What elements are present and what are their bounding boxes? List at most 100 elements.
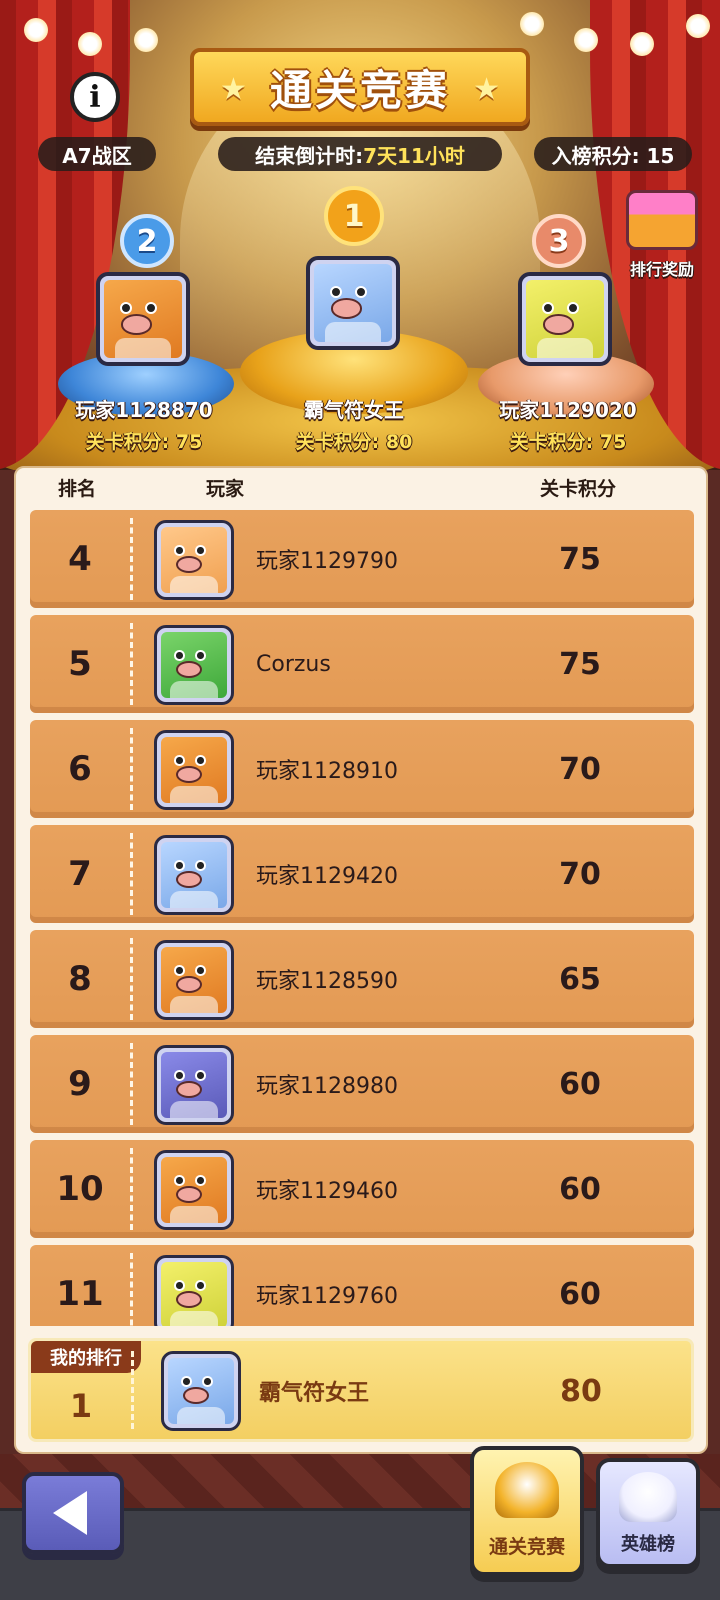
light-bulb xyxy=(630,32,654,56)
player-avatar[interactable] xyxy=(154,835,234,915)
row-divider xyxy=(130,938,133,1020)
podium-score-2: 关卡积分: 75 xyxy=(85,431,203,453)
my-rank-number: 1 xyxy=(69,1387,93,1425)
column-header-player: 玩家 xyxy=(206,478,245,500)
row-divider xyxy=(130,518,133,600)
column-header-score: 关卡积分 xyxy=(540,478,617,500)
light-bulb xyxy=(134,28,158,52)
row-rank: 11 xyxy=(56,1274,104,1314)
row-divider xyxy=(130,833,133,915)
row-rank: 6 xyxy=(68,749,92,789)
row-divider xyxy=(130,1043,133,1125)
player-avatar[interactable] xyxy=(154,1045,234,1125)
row-divider xyxy=(130,1148,133,1230)
info-button[interactable]: i xyxy=(70,72,120,122)
star-icon: ★ xyxy=(220,72,247,107)
zone-label: A7战区 xyxy=(62,143,132,168)
title-banner: ★ 通关竞赛 ★ xyxy=(164,48,556,126)
avatar-image xyxy=(161,1262,227,1326)
table-row[interactable]: 8 玩家1128590 65 xyxy=(30,930,694,1028)
medal-rank-2: 2 xyxy=(136,223,158,259)
tab-label: 英雄榜 xyxy=(621,1534,675,1555)
player-score: 60 xyxy=(559,1276,601,1312)
row-rank: 7 xyxy=(68,854,92,894)
player-name: 玩家1129460 xyxy=(256,1179,398,1204)
podium-avatar-2[interactable] xyxy=(96,272,190,366)
avatar-image xyxy=(314,264,392,342)
light-bulb xyxy=(574,28,598,52)
row-divider xyxy=(131,1351,134,1429)
tab-label: 通关竞赛 xyxy=(488,1536,565,1558)
hero-icon xyxy=(619,1472,677,1522)
player-name: 玩家1128910 xyxy=(256,759,398,784)
table-row[interactable]: 10 玩家1129460 60 xyxy=(30,1140,694,1238)
podium-score-3: 关卡积分: 75 xyxy=(509,431,627,453)
podium-name-2: 玩家1128870 xyxy=(75,398,213,422)
podium-name-3: 玩家1129020 xyxy=(499,398,637,422)
my-rank-row[interactable]: 我的排行 1 霸气符女王 80 xyxy=(28,1338,694,1442)
countdown-value: 7天11小时 xyxy=(363,143,465,168)
leaderboard-list[interactable]: 4 玩家1129790 75 5 Corzus 75 6 玩家1128910 70 7 玩家1129… xyxy=(30,510,694,1326)
player-name: Corzus xyxy=(256,651,331,677)
gold-medal-icon: 1 xyxy=(324,186,384,246)
table-row[interactable]: 6 玩家1128910 70 xyxy=(30,720,694,818)
player-score: 60 xyxy=(559,1066,601,1102)
player-avatar[interactable] xyxy=(154,1255,234,1326)
page-title: 通关竞赛 xyxy=(269,65,450,115)
row-rank: 4 xyxy=(68,539,92,579)
column-header-rank: 排名 xyxy=(58,478,97,500)
tab-clearance-contest[interactable]: 通关竞赛 xyxy=(470,1446,584,1576)
player-avatar[interactable] xyxy=(154,520,234,600)
table-row[interactable]: 9 玩家1128980 60 xyxy=(30,1035,694,1133)
player-avatar[interactable] xyxy=(154,730,234,810)
avatar-image xyxy=(526,280,604,358)
player-name: 玩家1128590 xyxy=(256,969,398,994)
countdown-label: 结束倒计时: xyxy=(255,143,364,168)
table-row[interactable]: 7 玩家1129420 70 xyxy=(30,825,694,923)
ranking-reward-label: 排行奖励 xyxy=(629,260,694,279)
player-avatar[interactable] xyxy=(154,625,234,705)
back-arrow-icon xyxy=(53,1491,87,1535)
avatar-image xyxy=(161,842,227,908)
avatar-image xyxy=(161,632,227,698)
player-name: 玩家1129760 xyxy=(256,1284,398,1309)
row-divider xyxy=(130,728,133,810)
player-score: 75 xyxy=(559,646,601,682)
back-button[interactable] xyxy=(22,1472,124,1554)
table-row[interactable]: 5 Corzus 75 xyxy=(30,615,694,713)
avatar-image xyxy=(161,1052,227,1118)
light-bulb xyxy=(24,18,48,42)
medal-rank-1: 1 xyxy=(343,198,365,234)
gift-chest-icon xyxy=(626,190,698,250)
my-avatar[interactable] xyxy=(161,1351,241,1431)
ranking-reward-button[interactable]: 排行奖励 xyxy=(614,190,710,300)
countdown-badge: 结束倒计时: 7天11小时 xyxy=(218,137,502,171)
info-icon: i xyxy=(89,79,101,115)
table-row[interactable]: 11 玩家1129760 60 xyxy=(30,1245,694,1326)
player-avatar[interactable] xyxy=(154,940,234,1020)
light-bulb xyxy=(78,32,102,56)
row-rank: 9 xyxy=(68,1064,92,1104)
player-score: 70 xyxy=(559,856,601,892)
avatar-image xyxy=(104,280,182,358)
avatar-image xyxy=(161,737,227,803)
star-icon: ★ xyxy=(473,72,500,107)
tab-hero-ranking[interactable]: 英雄榜 xyxy=(596,1458,700,1568)
bronze-medal-icon: 3 xyxy=(532,214,586,268)
player-name: 玩家1129420 xyxy=(256,864,398,889)
table-row[interactable]: 4 玩家1129790 75 xyxy=(30,510,694,608)
podium-avatar-1[interactable] xyxy=(306,256,400,350)
row-divider xyxy=(130,1253,133,1326)
my-player-name: 霸气符女王 xyxy=(259,1381,370,1406)
light-bulb xyxy=(686,14,710,38)
row-rank: 5 xyxy=(68,644,92,684)
avatar-image xyxy=(161,1157,227,1223)
avatar-image xyxy=(168,1358,234,1424)
my-rank-tag: 我的排行 xyxy=(31,1341,141,1373)
podium-name-1: 霸气符女王 xyxy=(304,398,404,422)
player-avatar[interactable] xyxy=(154,1150,234,1230)
podium-avatar-3[interactable] xyxy=(518,272,612,366)
podium-score-1: 关卡积分: 80 xyxy=(295,431,413,453)
medal-rank-3: 3 xyxy=(548,223,570,259)
player-score: 70 xyxy=(559,751,601,787)
